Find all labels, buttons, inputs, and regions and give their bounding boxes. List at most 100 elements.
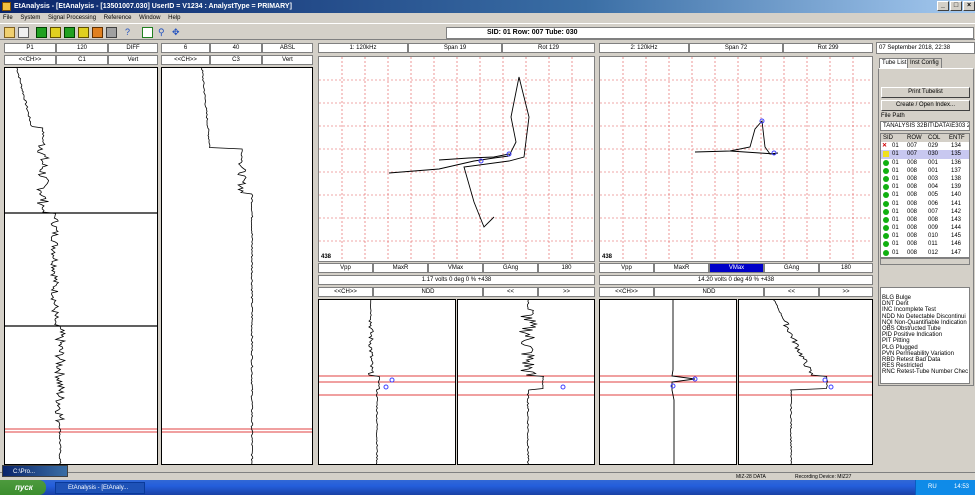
lissa2-tab-vmax[interactable]: VMax [709, 263, 764, 273]
tube-list-row[interactable]: 01 008 003 138 [881, 175, 969, 183]
strip-chart-1[interactable] [4, 67, 158, 465]
strip2-channel-nav[interactable]: <<CH>> [161, 55, 210, 65]
open-folder-icon[interactable] [4, 27, 15, 38]
maximize-button[interactable]: □ [950, 1, 962, 11]
layer-green-icon[interactable] [36, 27, 47, 38]
lissa1-tab-maxr[interactable]: MaxR [373, 263, 428, 273]
menu-system[interactable]: System [17, 13, 43, 23]
strip2-channel[interactable]: C3 [210, 55, 262, 65]
call-code-item[interactable]: NDD No Detectable Discontinui [881, 314, 969, 320]
call-code-list[interactable]: BLG Bulge DNT Dent INC Incomplete Test NDD … [880, 287, 970, 384]
col-entry[interactable]: ENTF [949, 134, 965, 142]
layer-c-icon[interactable] [92, 27, 103, 38]
title-bar[interactable]: EtAnalysis - [EtAnalysis - [13501007.030… [0, 0, 975, 13]
layer-r-icon[interactable] [64, 27, 75, 38]
lissa2-prev-button[interactable]: << [764, 287, 819, 297]
tube-list-row[interactable]: ✕ 01 007 029 134 [881, 142, 969, 150]
tube-list-row[interactable]: 01 008 010 145 [881, 232, 969, 240]
strip1-frequency[interactable]: 120 [56, 43, 108, 53]
vertical-channel-1b[interactable] [457, 299, 595, 465]
strip2-mode[interactable]: ABSL [262, 43, 313, 53]
minimized-window[interactable]: C:\Pro... [2, 465, 68, 477]
lissa1-frequency[interactable]: 1: 120kHz [318, 43, 408, 53]
col-row[interactable]: ROW [907, 134, 922, 142]
lissa1-prev-button[interactable]: << [483, 287, 538, 297]
lissa1-tab-vmax[interactable]: VMax [428, 263, 483, 273]
save-icon[interactable] [18, 27, 29, 38]
v1a-svg [319, 300, 455, 464]
cell-entry: 145 [951, 233, 962, 240]
lissa2-frequency[interactable]: 2: 120kHz [599, 43, 689, 53]
tube-list-scrollbar[interactable] [880, 258, 970, 265]
lissajous-plot-1[interactable]: 438 [318, 56, 595, 262]
lissa2-tab-maxr[interactable]: MaxR [654, 263, 709, 273]
tube-list-row[interactable]: 01 008 012 147 [881, 249, 969, 257]
tube-list-row[interactable]: 01 008 011 146 [881, 240, 969, 248]
lissajous-plot-2[interactable]: 438 [599, 56, 873, 262]
call-code-item[interactable]: RNC Retest-Tube Number Chec [881, 369, 969, 375]
lissa1-tab-gang[interactable]: GAng [483, 263, 538, 273]
vertical-channel-2b[interactable] [738, 299, 873, 465]
lissa2-call-code[interactable]: NDD [654, 287, 764, 297]
lissa1-channel-nav[interactable]: <<CH>> [318, 287, 373, 297]
lissa1-rotation[interactable]: Rot 129 [502, 43, 595, 53]
grid-icon[interactable] [142, 27, 153, 38]
menu-file[interactable]: File [0, 13, 16, 23]
print-tubelist-button[interactable]: Print Tubelist [881, 87, 970, 98]
strip1-mode[interactable]: DIFF [108, 43, 158, 53]
layer-yellow-icon[interactable] [50, 27, 61, 38]
lissa2-rotation[interactable]: Rot 299 [783, 43, 873, 53]
menu-reference[interactable]: Reference [101, 13, 135, 23]
help-icon[interactable]: ? [122, 27, 133, 38]
menu-window[interactable]: Window [136, 13, 163, 23]
strip2-component[interactable]: Vert [262, 55, 313, 65]
vertical-channel-1a[interactable] [318, 299, 456, 465]
lissa2-tab-gang[interactable]: GAng [764, 263, 819, 273]
tube-list-row[interactable]: 01 008 001 136 [881, 159, 969, 167]
pan-icon[interactable]: ✥ [172, 27, 183, 38]
tab-tube-list[interactable]: Tube List [879, 58, 910, 68]
col-sid[interactable]: SID [883, 134, 893, 142]
zoom-icon[interactable]: ⚲ [158, 27, 169, 38]
taskbar-item-etanalysis[interactable]: EtAnalysis - [EtAnaly... [55, 482, 145, 494]
strip1-probe[interactable]: P1 [4, 43, 56, 53]
menu-help[interactable]: Help [165, 13, 183, 23]
lissa1-call-code[interactable]: NDD [373, 287, 483, 297]
lissa1-tab-vpp[interactable]: Vpp [318, 263, 373, 273]
language-indicator[interactable]: RU [928, 480, 937, 495]
menu-signal-processing[interactable]: Signal Processing [45, 13, 99, 23]
strip2-probe[interactable]: 6 [161, 43, 210, 53]
tab-inst-config[interactable]: Inst Config [907, 58, 942, 68]
tube-list-row[interactable]: 01 007 030 135 [881, 150, 969, 159]
tube-list-row[interactable]: 01 008 004 139 [881, 183, 969, 191]
vertical-channel-2a[interactable] [599, 299, 737, 465]
col-col[interactable]: COL [928, 134, 940, 142]
lissa1-span[interactable]: Span 19 [408, 43, 502, 53]
tube-list-row[interactable]: 01 008 006 141 [881, 200, 969, 208]
create-open-index-button[interactable]: Create / Open Index... [881, 100, 970, 111]
strip1-channel-nav[interactable]: <<CH>> [4, 55, 56, 65]
strip1-channel[interactable]: C1 [56, 55, 108, 65]
start-button[interactable]: пуск [0, 480, 46, 495]
lissa2-next-button[interactable]: >> [819, 287, 873, 297]
tube-list-row[interactable]: 01 008 008 143 [881, 216, 969, 224]
minimize-button[interactable]: _ [937, 1, 949, 11]
close-button[interactable]: × [963, 1, 975, 11]
tube-list[interactable]: SID ROW COL ENTF ✕ 01 007 029 134 01 007 030 135… [880, 133, 970, 258]
strip2-frequency[interactable]: 40 [210, 43, 262, 53]
settings-icon[interactable] [106, 27, 117, 38]
lissa1-tab-angle[interactable]: 180 [538, 263, 595, 273]
lissa2-tab-angle[interactable]: 180 [819, 263, 873, 273]
tube-list-row[interactable]: 01 008 007 142 [881, 208, 969, 216]
tube-list-row[interactable]: 01 008 009 144 [881, 224, 969, 232]
strip-chart-2[interactable] [161, 67, 313, 465]
file-path-field[interactable]: TANALYSIS 32BIT\DATA\E303 2 [880, 121, 970, 131]
lissa2-span[interactable]: Span 72 [689, 43, 783, 53]
strip1-component[interactable]: Vert [108, 55, 158, 65]
tube-list-row[interactable]: 01 008 001 137 [881, 167, 969, 175]
lissa2-channel-nav[interactable]: <<CH>> [599, 287, 654, 297]
lissa2-tab-vpp[interactable]: Vpp [599, 263, 654, 273]
layer-b-icon[interactable] [78, 27, 89, 38]
tube-list-row[interactable]: 01 008 005 140 [881, 191, 969, 199]
lissa1-next-button[interactable]: >> [538, 287, 595, 297]
